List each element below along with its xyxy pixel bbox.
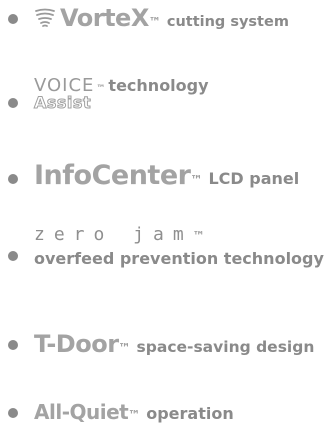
feature-description: operation: [146, 404, 234, 423]
trademark-mark: ™: [118, 341, 131, 355]
trademark-mark: ™: [190, 173, 203, 187]
feature-all-quiet: All-Quiet ™ operation: [8, 400, 234, 424]
trademark-mark: ™: [148, 15, 161, 29]
feature-description: cutting system: [166, 14, 289, 30]
vortex-swirl-icon: [34, 7, 56, 29]
feature-brand: All-Quiet: [34, 400, 129, 424]
feature-infocenter: InfoCenter ™ LCD panel: [8, 160, 300, 191]
feature-brand: InfoCenter: [34, 160, 191, 191]
feature-description: space-saving design: [136, 338, 315, 356]
feature-description: LCD panel: [208, 169, 300, 188]
trademark-mark: ™: [96, 84, 106, 94]
feature-brand: T-Door: [34, 330, 119, 358]
bullet-icon: [8, 251, 18, 261]
feature-brand-bottom: Assist: [33, 93, 92, 112]
bullet-icon: [8, 98, 18, 108]
feature-brand: zero jam: [34, 224, 193, 245]
trademark-mark: ™: [128, 408, 141, 422]
bullet-icon: [8, 340, 18, 350]
trademark-mark: ™: [192, 229, 205, 243]
feature-zero-jam: zero jam ™ overfeed prevention technolog…: [8, 224, 324, 268]
feature-t-door: T-Door ™ space-saving design: [8, 330, 315, 358]
bullet-icon: [8, 174, 18, 184]
feature-vortex: VorteX ™ cutting system: [8, 4, 289, 32]
feature-description: technology: [108, 76, 209, 95]
feature-voice-assist: VOICE Assist ™ technology: [8, 76, 209, 112]
feature-description: overfeed prevention technology: [34, 249, 324, 268]
bullet-icon: [8, 408, 18, 418]
voice-assist-logo: VOICE Assist: [33, 77, 94, 112]
bullet-icon: [8, 14, 18, 24]
feature-brand: VorteX: [60, 4, 149, 32]
